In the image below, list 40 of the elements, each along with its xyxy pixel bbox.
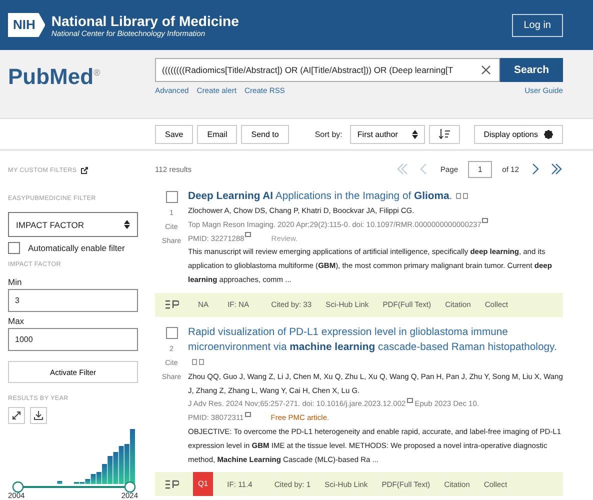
action-button[interactable]: Email <box>197 124 238 144</box>
nih-logo[interactable]: NIH <box>8 13 46 37</box>
action-button[interactable]: Save <box>155 124 194 144</box>
checkbox[interactable] <box>166 326 178 339</box>
range-slider[interactable] <box>12 481 136 493</box>
action-button[interactable]: Send to <box>241 124 289 144</box>
article-title-link[interactable]: Rapid visualization of PD-L1 expression level in glioblastoma immune microenvironment via machine learning cascade-based Raman histopathology. <box>188 324 563 355</box>
download-icon <box>34 411 43 420</box>
display-options-button[interactable]: Display options <box>474 124 563 144</box>
expand-icon <box>12 411 21 420</box>
pubmed-logo[interactable]: PubMed$^{®}$ <box>8 64 155 90</box>
max-field[interactable]: 1000 <box>8 328 138 351</box>
updown-icon <box>412 130 418 138</box>
gear-icon <box>544 130 553 138</box>
page-field[interactable]: 1 <box>468 160 492 178</box>
field-label: Max <box>8 316 26 326</box>
sort-order-button[interactable] <box>428 124 460 144</box>
site-title: National Library of Medicine <box>51 12 239 28</box>
checkbox[interactable] <box>8 242 20 254</box>
search-button[interactable]: Search <box>500 58 563 82</box>
last-page-icon[interactable] <box>551 163 563 175</box>
min-field[interactable]: 3 <box>8 289 138 312</box>
login-button[interactable]: Log in <box>512 14 563 36</box>
search-field[interactable]: ((((((((Radiomics[Title/Abstract]) OR (AI[Title/Abstract])) OR (Deep learning[T <box>155 58 500 82</box>
download-button[interactable] <box>30 407 47 424</box>
updown-icon <box>124 220 130 229</box>
close-icon[interactable] <box>481 65 491 75</box>
expand-button[interactable] <box>8 407 25 424</box>
checkbox-label: Automatically enable filter <box>28 243 125 253</box>
article-title-link[interactable]: Deep Learning AI Applications in the Imaging of Glioma. <box>188 189 452 204</box>
ep-logo-icon[interactable] <box>165 480 179 489</box>
sort-label: Sort by: <box>314 130 342 138</box>
copy-icon[interactable] <box>456 192 468 200</box>
sort-order-icon <box>438 129 450 139</box>
sort-select[interactable]: First author <box>350 124 425 144</box>
checkbox[interactable] <box>166 191 178 203</box>
copy-icon[interactable] <box>192 358 204 366</box>
filter-select[interactable]: IMPACT FACTOR <box>8 212 138 237</box>
field-label: Min <box>8 277 23 287</box>
ep-logo-icon[interactable] <box>165 300 179 310</box>
